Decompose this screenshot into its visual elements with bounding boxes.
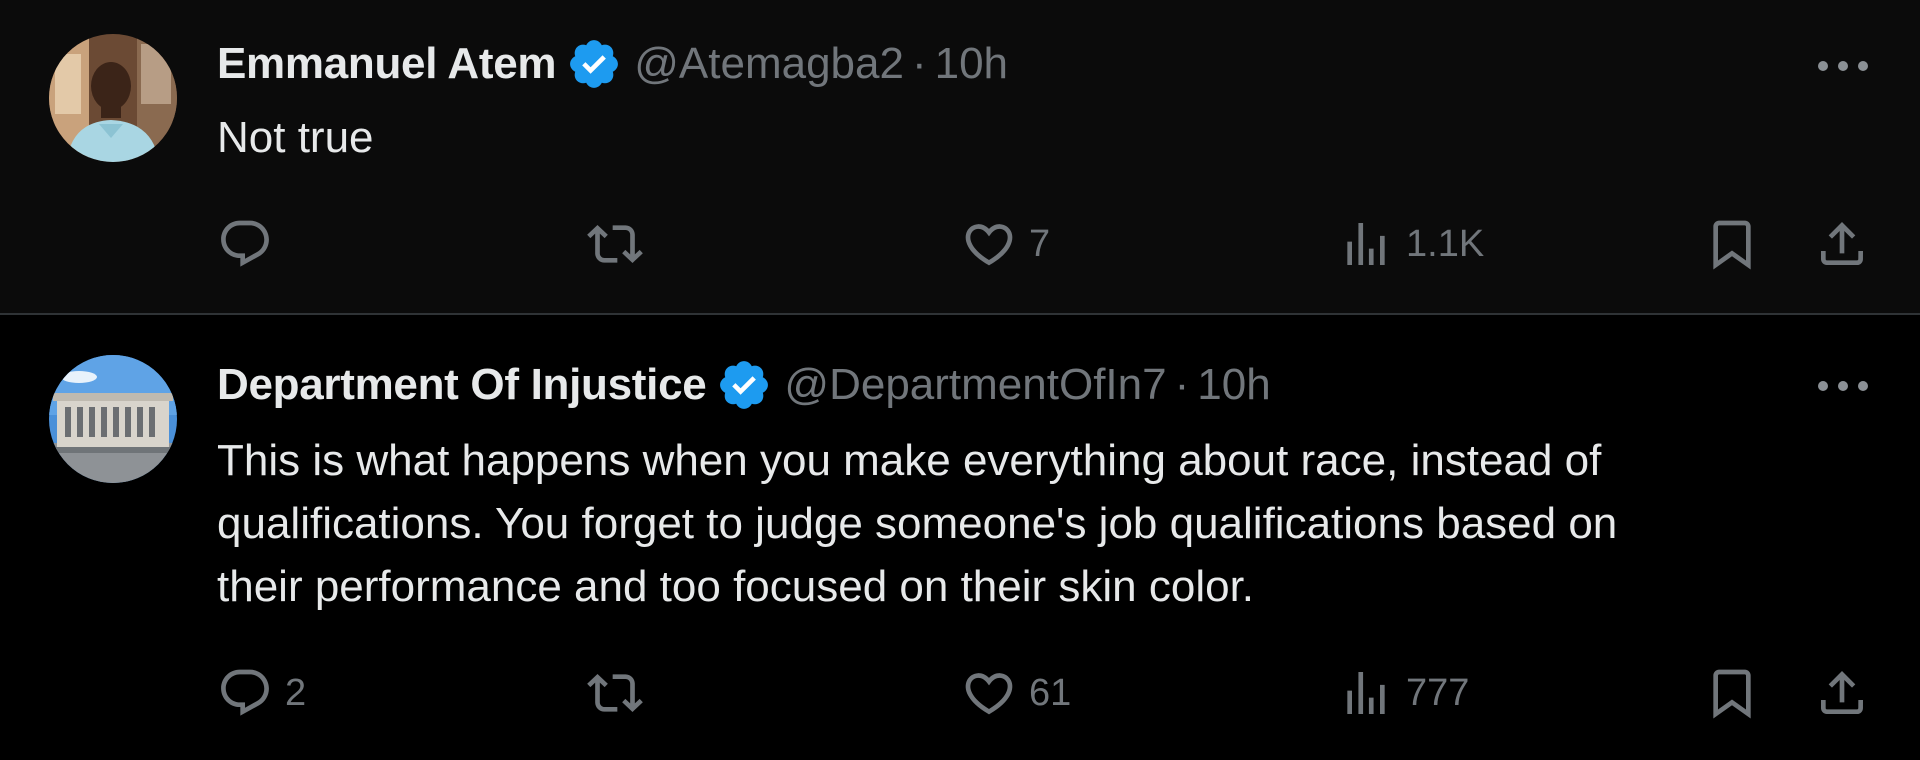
timestamp[interactable]: 10h (1197, 360, 1270, 410)
retweet-button[interactable] (587, 661, 655, 725)
tweet-actions: 2 61 777 (0, 661, 1920, 725)
avatar[interactable] (49, 355, 177, 483)
share-button[interactable] (1814, 212, 1870, 276)
avatar[interactable] (49, 34, 177, 162)
bookmark-icon (1713, 220, 1751, 270)
timestamp[interactable]: 10h (935, 39, 1008, 89)
more-icon[interactable] (1818, 56, 1868, 76)
separator-dot: · (1174, 360, 1190, 409)
views-button[interactable]: 777 (1338, 661, 1469, 725)
author-handle[interactable]: @Atemagba2 (634, 39, 904, 89)
like-count: 61 (1029, 671, 1072, 714)
tweet-header: Emmanuel Atem @Atemagba2 · 10h (217, 34, 1008, 94)
share-icon (1821, 222, 1863, 265)
views-button[interactable]: 1.1K (1338, 212, 1484, 276)
views-count: 1.1K (1406, 222, 1485, 265)
views-icon (1347, 223, 1385, 265)
retweet-button[interactable] (587, 212, 655, 276)
tweet[interactable]: Department Of Injustice @DepartmentOfIn7… (0, 315, 1920, 760)
reply-icon (221, 220, 269, 267)
author-name[interactable]: Emmanuel Atem (217, 39, 557, 89)
avatar-photo (49, 355, 177, 483)
separator-dot: · (911, 39, 927, 88)
views-icon (1347, 672, 1385, 714)
bookmark-button[interactable] (1704, 212, 1760, 276)
heart-icon (965, 673, 1013, 715)
tweet-text: This is what happens when you make every… (217, 436, 1618, 611)
avatar-photo (49, 34, 177, 162)
tweet-text: Not true (217, 113, 374, 162)
verified-badge-icon (720, 361, 769, 409)
tweet-feed: Emmanuel Atem @Atemagba2 · 10h Not true (0, 0, 1920, 760)
retweet-icon (587, 225, 643, 263)
share-button[interactable] (1814, 661, 1870, 725)
reply-icon (221, 669, 269, 716)
tweet[interactable]: Emmanuel Atem @Atemagba2 · 10h Not true (0, 0, 1920, 313)
more-icon[interactable] (1818, 376, 1868, 396)
share-icon (1821, 671, 1863, 714)
tweet-header: Department Of Injustice @DepartmentOfIn7… (217, 355, 1271, 415)
views-count: 777 (1406, 671, 1470, 714)
author-handle[interactable]: @DepartmentOfIn7 (784, 360, 1166, 410)
tweet-actions: 7 1.1K (0, 212, 1920, 276)
bookmark-button[interactable] (1704, 661, 1760, 725)
verified-badge-icon (570, 40, 619, 88)
author-name[interactable]: Department Of Injustice (217, 360, 707, 410)
bookmark-icon (1713, 669, 1751, 719)
reply-count: 2 (285, 671, 307, 714)
like-button[interactable]: 61 (961, 661, 1071, 725)
like-button[interactable]: 7 (961, 212, 1050, 276)
heart-icon (965, 224, 1013, 266)
reply-button[interactable]: 2 (217, 661, 306, 725)
reply-button[interactable] (217, 212, 285, 276)
like-count: 7 (1029, 222, 1051, 265)
retweet-icon (587, 674, 643, 712)
